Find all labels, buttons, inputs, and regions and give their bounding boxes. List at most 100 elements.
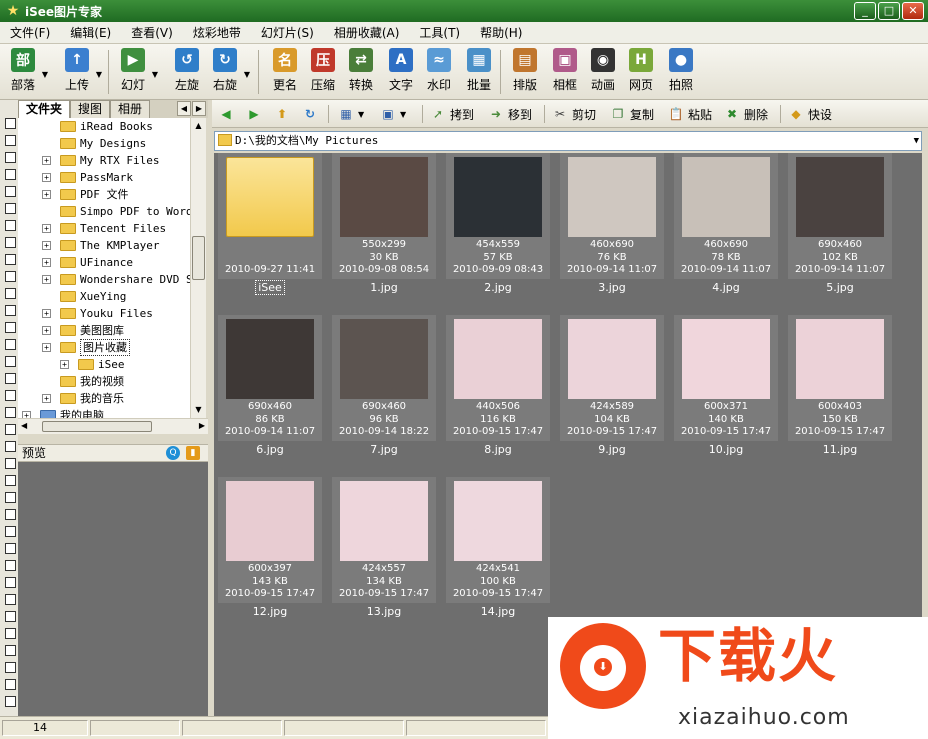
toolbar-rotate-right-button[interactable]: ↻ 右旋 ▼	[208, 48, 250, 92]
strip-checkbox[interactable]	[5, 339, 16, 350]
toolbar-rotate-left-button[interactable]: ↺ 左旋	[170, 48, 204, 92]
tree-item[interactable]: + UFinance	[18, 254, 190, 271]
tree-item[interactable]: + Tencent Files	[18, 220, 190, 237]
strip-checkbox[interactable]	[5, 475, 16, 486]
toolbar-layout-button[interactable]: ▤ 排版	[508, 48, 542, 92]
back-button[interactable]: ◀	[218, 105, 238, 123]
tree-expand-icon[interactable]: +	[22, 411, 31, 418]
tree-expand-icon[interactable]: +	[60, 360, 69, 369]
tree-item[interactable]: + 我的音乐	[18, 390, 190, 407]
image-thumbnail[interactable]: 454x559 57 KB 2010-09-09 08:43 2.jpg	[446, 153, 550, 294]
strip-checkbox[interactable]	[5, 424, 16, 435]
strip-checkbox[interactable]	[5, 577, 16, 588]
tab-album[interactable]: 相册	[110, 100, 151, 118]
strip-checkbox[interactable]	[5, 662, 16, 673]
tree-item[interactable]: + The KMPlayer	[18, 237, 190, 254]
menu-edit[interactable]: 编辑(E)	[60, 22, 121, 44]
image-thumbnail[interactable]: 600x371 140 KB 2010-09-15 17:47 10.jpg	[674, 315, 778, 456]
toolbar-slideshow-button[interactable]: ▶ 幻灯 ▼	[116, 48, 158, 92]
strip-checkbox[interactable]	[5, 628, 16, 639]
strip-checkbox[interactable]	[5, 220, 16, 231]
close-button[interactable]: ✕	[902, 2, 924, 20]
refresh-button[interactable]: ↻	[302, 105, 322, 123]
toolbar-webcam-button[interactable]: ● 拍照	[664, 48, 698, 92]
scroll-up-icon[interactable]: ▲	[192, 119, 205, 133]
tree-expand-icon[interactable]: +	[42, 275, 51, 284]
dropdown-caret-icon[interactable]: ▼	[42, 70, 48, 79]
image-thumbnail[interactable]: 690x460 96 KB 2010-09-14 18:22 7.jpg	[332, 315, 436, 456]
menu-album[interactable]: 相册收藏(A)	[324, 22, 410, 44]
toolbar-animation-button[interactable]: ◉ 动画	[586, 48, 620, 92]
image-thumbnail[interactable]: 424x557 134 KB 2010-09-15 17:47 13.jpg	[332, 477, 436, 618]
strip-checkbox[interactable]	[5, 509, 16, 520]
tree-vertical-scrollbar[interactable]: ▲ ▼	[190, 118, 206, 418]
copy-to-button[interactable]: ➚ 拷到	[430, 105, 474, 123]
tree-expand-icon[interactable]: +	[42, 394, 51, 403]
tree-item[interactable]: + 美图图库	[18, 322, 190, 339]
tree-horizontal-scrollbar[interactable]: ◀ ▶	[18, 418, 208, 434]
dropdown-caret-icon[interactable]: ▼	[96, 70, 102, 79]
strip-checkbox[interactable]	[5, 186, 16, 197]
scroll-thumb[interactable]	[192, 236, 205, 280]
menu-file[interactable]: 文件(F)	[0, 22, 60, 44]
strip-checkbox[interactable]	[5, 237, 16, 248]
tree-item[interactable]: XueYing	[18, 288, 190, 305]
strip-checkbox[interactable]	[5, 645, 16, 656]
dropdown-caret-icon[interactable]: ▼	[152, 70, 158, 79]
qq-icon[interactable]: Q	[166, 446, 180, 460]
strip-checkbox[interactable]	[5, 271, 16, 282]
scroll-left-icon[interactable]: ◀	[21, 421, 27, 430]
image-thumbnail[interactable]: 690x460 102 KB 2010-09-14 11:07 5.jpg	[788, 153, 892, 294]
menu-help[interactable]: 帮助(H)	[470, 22, 532, 44]
strip-checkbox[interactable]	[5, 594, 16, 605]
tree-item[interactable]: + PDF 文件	[18, 186, 190, 203]
strip-checkbox[interactable]	[5, 373, 16, 384]
tree-expand-icon[interactable]: +	[42, 326, 51, 335]
menu-slideshow[interactable]: 幻灯片(S)	[251, 22, 324, 44]
tree-expand-icon[interactable]: +	[42, 258, 51, 267]
copy-button[interactable]: ❐ 复制	[610, 105, 654, 123]
toolbar-tribe-button[interactable]: 部部落 ▼	[6, 48, 48, 92]
strip-checkbox[interactable]	[5, 560, 16, 571]
image-thumbnail[interactable]: 690x460 86 KB 2010-09-14 11:07 6.jpg	[218, 315, 322, 456]
tree-item[interactable]: + Youku Files	[18, 305, 190, 322]
strip-checkbox[interactable]	[5, 543, 16, 554]
hscroll-thumb[interactable]	[42, 421, 152, 432]
delete-button[interactable]: ✖ 删除	[724, 105, 768, 123]
strip-checkbox[interactable]	[5, 458, 16, 469]
quick-settings-button[interactable]: ◆ 快设	[788, 105, 832, 123]
strip-checkbox[interactable]	[5, 288, 16, 299]
toolbar-convert-button[interactable]: ⇄ 转换	[344, 48, 378, 92]
address-dropdown-icon[interactable]: ▼	[914, 132, 919, 150]
strip-checkbox[interactable]	[5, 526, 16, 537]
tree-expand-icon[interactable]: +	[42, 343, 51, 352]
move-to-button[interactable]: ➜ 移到	[488, 105, 532, 123]
image-thumbnail[interactable]: 424x541 100 KB 2010-09-15 17:47 14.jpg	[446, 477, 550, 618]
paste-button[interactable]: 📋 粘贴	[668, 105, 713, 123]
chart-icon[interactable]: ▮	[186, 446, 200, 460]
strip-checkbox[interactable]	[5, 118, 16, 129]
folder-thumbnail[interactable]: 2010-09-27 11:41 iSee	[218, 153, 322, 295]
menu-colorzone[interactable]: 炫彩地带	[183, 22, 251, 44]
dropdown-caret-icon[interactable]: ▼	[244, 70, 250, 79]
up-folder-button[interactable]: ⬆	[274, 105, 294, 123]
strip-checkbox[interactable]	[5, 169, 16, 180]
address-bar[interactable]: D:\我的文档\My Pictures ▼	[214, 131, 922, 151]
toolbar-upload-button[interactable]: ↑ 上传 ▼	[60, 48, 102, 92]
toolbar-compress-button[interactable]: 压压缩	[306, 48, 340, 92]
scroll-right-icon[interactable]: ▶	[199, 421, 205, 430]
strip-checkbox[interactable]	[5, 696, 16, 707]
strip-checkbox[interactable]	[5, 441, 16, 452]
tree-item[interactable]: 我的视频	[18, 373, 190, 390]
strip-checkbox[interactable]	[5, 135, 16, 146]
image-thumbnail[interactable]: 460x690 76 KB 2010-09-14 11:07 3.jpg	[560, 153, 664, 294]
strip-checkbox[interactable]	[5, 254, 16, 265]
strip-checkbox[interactable]	[5, 679, 16, 690]
strip-checkbox[interactable]	[5, 152, 16, 163]
tab-scroll-right-icon[interactable]: ▶	[192, 101, 206, 116]
strip-checkbox[interactable]	[5, 407, 16, 418]
tree-item[interactable]: My Designs	[18, 135, 190, 152]
view-mode-button[interactable]: ▦ ▼	[338, 105, 364, 123]
scroll-down-icon[interactable]: ▼	[192, 403, 205, 417]
minimize-button[interactable]: _	[854, 2, 876, 20]
